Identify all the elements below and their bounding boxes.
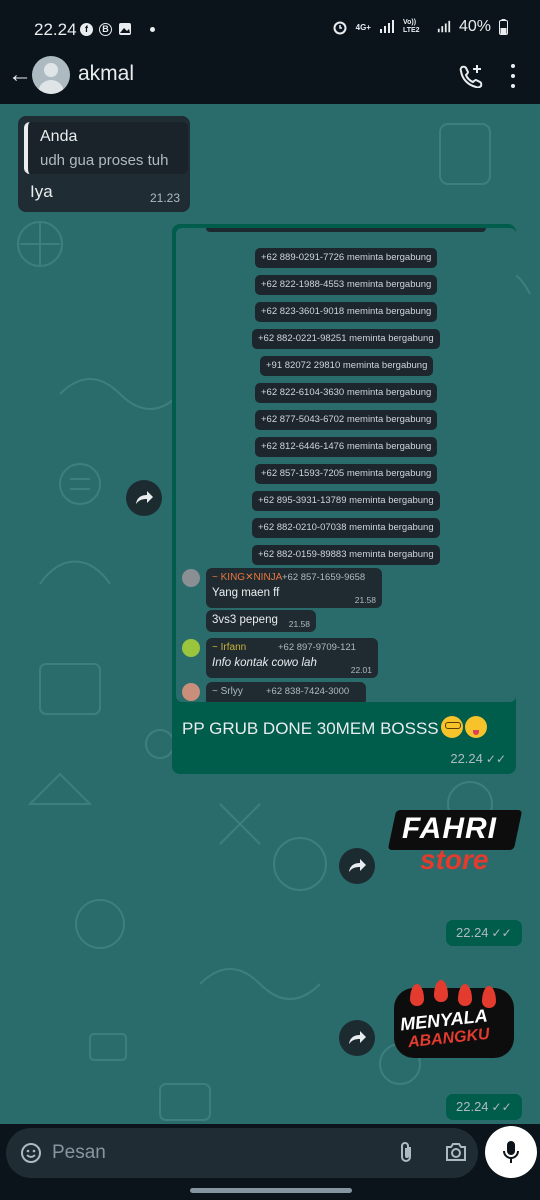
join-request-notice: +62 882-0210-07038 meminta bergabung bbox=[252, 518, 440, 538]
screenshot-top-edge bbox=[206, 228, 486, 232]
sticker-time: 22.24 ✓✓ bbox=[446, 920, 522, 946]
quoted-message[interactable]: Anda udh gua proses tuh bbox=[24, 122, 188, 174]
forward-icon bbox=[349, 1031, 366, 1044]
join-request-notice: +62 895-3931-13789 meminta bergabung bbox=[252, 491, 440, 511]
group-message-time: 21.58 bbox=[288, 619, 310, 629]
alarm-icon bbox=[333, 21, 347, 35]
group-message-sender: ~ Srlyy bbox=[212, 686, 243, 697]
dot-icon bbox=[150, 26, 155, 32]
group-message: ~ Srlyy +62 838-7424-3000 bbox=[206, 682, 366, 702]
image-time-text: 22.24 bbox=[450, 751, 483, 766]
message-time: 21.23 bbox=[149, 191, 180, 205]
add-call-icon[interactable] bbox=[458, 64, 484, 88]
image-message-time: 22.24 ✓✓ bbox=[450, 751, 506, 766]
double-check-icon: ✓✓ bbox=[485, 752, 506, 766]
group-message-number: +62 838-7424-3000 bbox=[266, 686, 350, 697]
sticker-time-text: 22.24 bbox=[456, 1099, 489, 1114]
input-placeholder: Pesan bbox=[52, 1142, 106, 1163]
group-message-sender: ~ Irfann bbox=[212, 642, 247, 653]
more-options-icon[interactable] bbox=[508, 64, 518, 88]
emoji-icon[interactable] bbox=[20, 1142, 42, 1164]
incoming-message[interactable]: Anda udh gua proses tuh Iya 21.23 bbox=[18, 116, 190, 212]
message-text: Iya bbox=[30, 182, 53, 201]
join-request-notice: +62 857-1593-7205 meminta bergabung bbox=[255, 464, 438, 484]
volte-indicator: Vo)) LTE2 bbox=[402, 19, 420, 34]
menyala-abangku-sticker[interactable]: MENYALA ABANGKU bbox=[394, 980, 518, 1066]
chat-header: ← akmal bbox=[0, 52, 540, 100]
message-input[interactable]: Pesan bbox=[6, 1128, 478, 1178]
forward-button[interactable] bbox=[126, 480, 162, 516]
join-request-notice: +62 823-3601-9018 meminta bergabung bbox=[255, 302, 438, 322]
zany-face-emoji-icon bbox=[464, 716, 487, 738]
image-caption: PP GRUB DONE 30MEM BOSSS bbox=[182, 716, 487, 739]
group-message-text: Info kontak cowo lah bbox=[212, 657, 317, 669]
back-arrow-icon[interactable]: ← bbox=[8, 61, 32, 89]
signal-icon-2 bbox=[437, 20, 451, 33]
status-bar: 22.24 f B 4G+ Vo)) LTE2 40% bbox=[0, 0, 540, 56]
b-circle-icon: B bbox=[99, 22, 112, 36]
forward-icon bbox=[136, 491, 153, 504]
star-struck-emoji-icon bbox=[440, 716, 463, 738]
group-message-text: 3vs3 pepeng bbox=[212, 614, 278, 626]
group-message: ~ KING✕NINJA +62 857-1659-9658 Yang maen f… bbox=[206, 568, 382, 608]
join-request-notice: +62 822-1988-4553 meminta bergabung bbox=[255, 275, 438, 295]
group-message: 3vs3 pepeng 21.58 bbox=[206, 610, 316, 632]
battery-icon bbox=[499, 19, 508, 35]
sticker-time-text: 22.24 bbox=[456, 925, 489, 940]
chat-area[interactable]: Anda udh gua proses tuh Iya 21.23 +62 88… bbox=[0, 104, 540, 1124]
avatar[interactable] bbox=[32, 56, 70, 94]
quote-text: udh gua proses tuh bbox=[40, 152, 169, 169]
double-check-icon: ✓✓ bbox=[491, 1100, 512, 1114]
join-request-notice: +62 889-0291-7726 meminta bergabung bbox=[255, 248, 438, 268]
group-member-avatar bbox=[182, 683, 200, 701]
screenshot-image[interactable]: +62 889-0291-7726 meminta bergabung +62 8… bbox=[176, 228, 516, 702]
sticker-text-line2: store bbox=[420, 844, 489, 875]
sticker-text-line1: FAHRI bbox=[402, 812, 497, 845]
double-check-icon: ✓✓ bbox=[491, 926, 512, 940]
caption-text: PP GRUB DONE 30MEM BOSSS bbox=[182, 719, 439, 738]
group-message-text: Yang maen ff bbox=[212, 587, 280, 599]
signal-icon bbox=[379, 20, 394, 33]
join-request-notice: +62 882-0159-89883 meminta bergabung bbox=[252, 545, 440, 565]
quote-author: Anda bbox=[40, 128, 78, 145]
network-type: 4G+ bbox=[355, 22, 371, 32]
forward-icon bbox=[349, 859, 366, 872]
gallery-icon bbox=[119, 23, 131, 35]
group-message: ~ Irfann +62 897-9709-121 Info kontak cowo… bbox=[206, 638, 378, 678]
facebook-icon: f bbox=[80, 22, 93, 36]
join-request-notice: +62 882-0221-98251 meminta bergabung bbox=[252, 329, 440, 349]
fahri-store-sticker[interactable]: FAHRI store bbox=[387, 810, 523, 898]
group-message-time: 22.01 bbox=[350, 665, 372, 675]
group-message-sender: ~ KING✕NINJA bbox=[212, 572, 283, 583]
group-message-number: +62 857-1659-9658 bbox=[282, 572, 366, 583]
join-request-notice: +91 82072 29810 meminta bergabung bbox=[260, 356, 434, 376]
status-time: 22.24 bbox=[34, 20, 77, 39]
system-icons: 4G+ Vo)) LTE2 40% bbox=[332, 18, 508, 36]
voice-record-button[interactable] bbox=[485, 1126, 537, 1178]
contact-name[interactable]: akmal bbox=[78, 62, 134, 86]
forward-button[interactable] bbox=[339, 848, 375, 884]
notification-icons: f B bbox=[80, 22, 155, 36]
group-member-avatar bbox=[182, 569, 200, 587]
flame-icon bbox=[434, 980, 448, 1002]
sticker-time: 22.24 ✓✓ bbox=[446, 1094, 522, 1120]
outgoing-image-message[interactable]: +62 889-0291-7726 meminta bergabung +62 8… bbox=[172, 224, 516, 774]
mic-icon bbox=[503, 1141, 519, 1163]
join-request-notice: +62 822-6104-3630 meminta bergabung bbox=[255, 383, 438, 403]
group-message-time: 21.58 bbox=[354, 595, 376, 605]
forward-button[interactable] bbox=[339, 1020, 375, 1056]
battery-level: 40% bbox=[458, 18, 491, 35]
group-member-avatar bbox=[182, 639, 200, 657]
join-request-notice: +62 877-5043-6702 meminta bergabung bbox=[255, 410, 438, 430]
join-request-notice: +62 812-6446-1476 meminta bergabung bbox=[255, 437, 438, 457]
group-message-number: +62 897-9709-121 bbox=[278, 642, 356, 653]
gesture-nav-bar[interactable] bbox=[190, 1188, 352, 1193]
camera-icon[interactable] bbox=[444, 1141, 468, 1163]
attachment-icon[interactable] bbox=[396, 1141, 416, 1165]
